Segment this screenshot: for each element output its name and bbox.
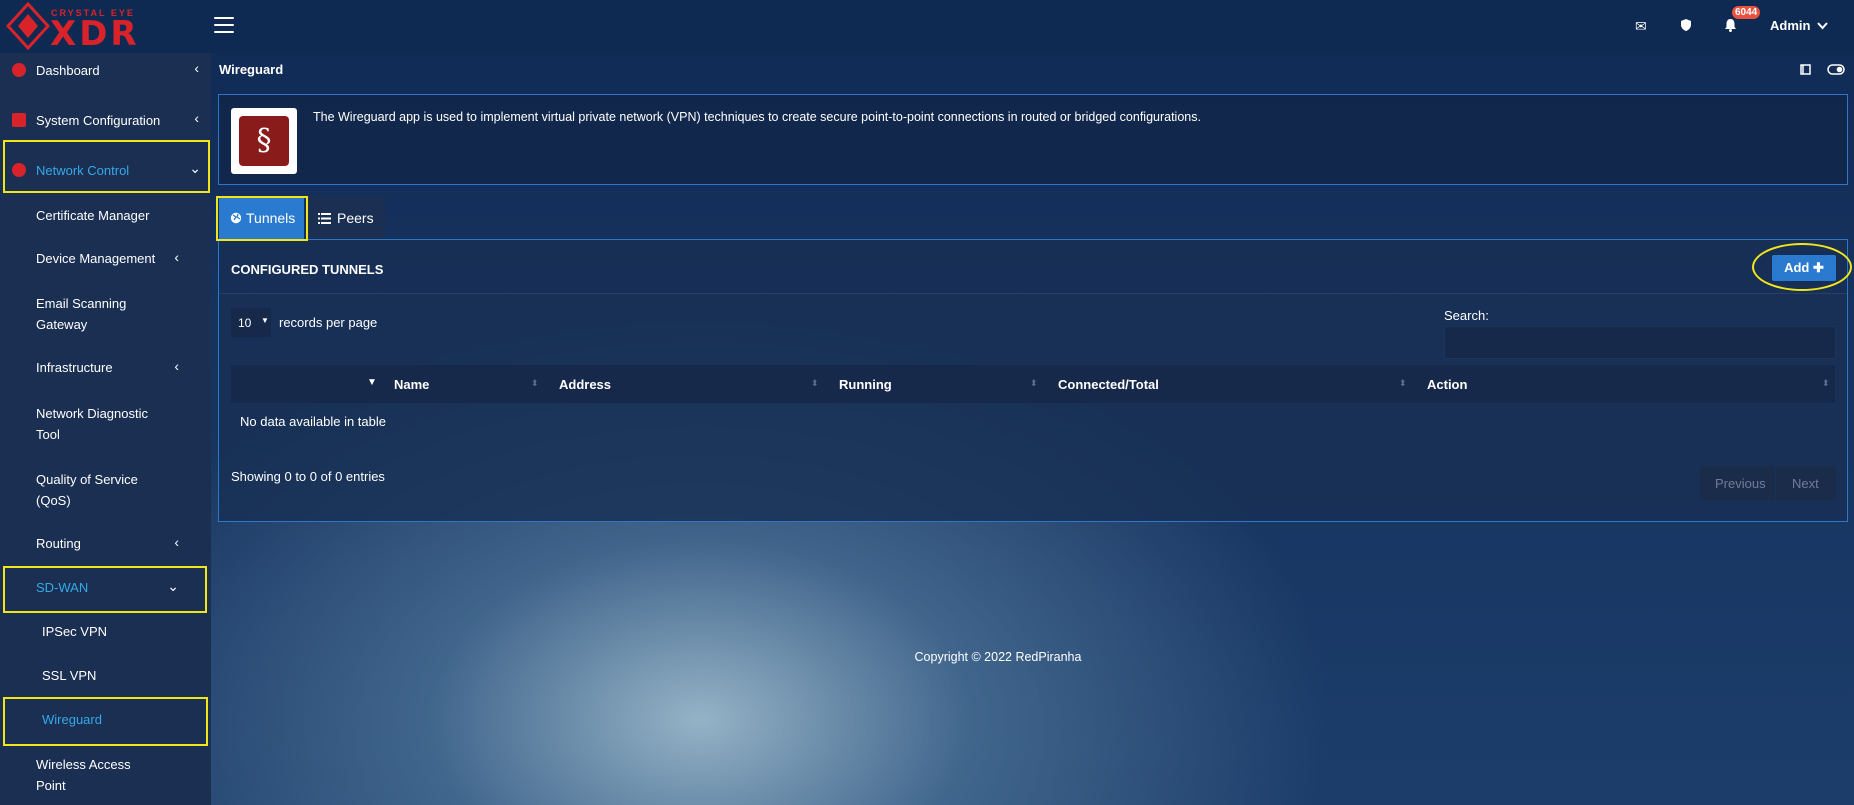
sidebar-item-label: Network Diagnostic Tool	[36, 406, 148, 442]
sidebar-item-label: Infrastructure	[36, 360, 113, 375]
previous-label: Previous	[1715, 476, 1766, 491]
globe-icon	[230, 212, 242, 224]
gauge-icon	[12, 63, 26, 77]
sidebar-item-label: Device Management	[36, 251, 156, 266]
sidebar: Dashboard ‹ System Configuration ‹ Netwo…	[0, 53, 211, 805]
chevron-left-icon: ‹	[174, 358, 179, 374]
sidebar-item-label: Wireless Access Point	[36, 757, 131, 793]
page-length-value: 10	[238, 316, 252, 330]
footer-copyright: Copyright © 2022 RedPiranha	[0, 650, 1854, 664]
shield-icon[interactable]	[1680, 18, 1692, 32]
envelope-icon[interactable]: ✉	[1635, 18, 1647, 35]
sidebar-item-sd-wan[interactable]: SD-WAN ⌄	[0, 578, 211, 598]
tab-peers[interactable]: Peers	[307, 196, 385, 240]
tab-label: Peers	[337, 210, 374, 226]
next-label: Next	[1792, 476, 1819, 491]
chevron-down-icon: ⌄	[167, 578, 179, 594]
app-info-box: § The Wireguard app is used to implement…	[218, 94, 1848, 185]
network-icon	[12, 163, 26, 177]
sort-desc-icon[interactable]: ▼	[367, 377, 377, 388]
sort-icon: ⬍	[1030, 378, 1038, 388]
user-name: Admin	[1770, 18, 1811, 33]
brand-logo-mark-icon	[6, 2, 50, 50]
page-length-select[interactable]: 10 ▼	[231, 308, 271, 337]
search-label: Search:	[1444, 308, 1489, 323]
toggle-icon[interactable]	[1827, 64, 1845, 75]
sidebar-item-quality-of-service[interactable]: Quality of Service (QoS)	[0, 469, 211, 509]
chevron-down-icon	[1817, 22, 1828, 30]
column-connected-total[interactable]: Connected/Total	[1058, 377, 1159, 392]
table-empty-message: No data available in table	[240, 414, 386, 429]
sidebar-item-label: Dashboard	[36, 63, 100, 78]
column-address[interactable]: Address	[559, 377, 611, 392]
sidebar-item-wireless-access-point[interactable]: Wireless Access Point	[0, 754, 211, 794]
column-action[interactable]: Action	[1427, 377, 1467, 392]
list-icon	[318, 213, 331, 224]
chevron-left-icon: ‹	[194, 110, 199, 126]
bell-icon[interactable]	[1724, 18, 1737, 32]
home-icon	[12, 113, 26, 127]
sort-icon: ⬍	[811, 378, 819, 388]
sort-icon: ⬍	[1822, 378, 1830, 388]
sort-icon: ⬍	[531, 378, 539, 388]
page-length-label: records per page	[279, 315, 378, 330]
sidebar-toggle-icon[interactable]	[214, 17, 234, 35]
chevron-left-icon: ‹	[194, 60, 199, 76]
sidebar-item-network-diagnostic-tool[interactable]: Network Diagnostic Tool	[0, 403, 211, 443]
brand-line2: XDR	[50, 14, 140, 54]
search-input[interactable]	[1444, 326, 1836, 359]
sidebar-item-label: System Configuration	[36, 113, 161, 128]
caret-down-icon: ▼	[261, 316, 269, 325]
next-button[interactable]: Next	[1776, 466, 1836, 500]
sidebar-item-label: Wireguard	[42, 712, 102, 727]
previous-button[interactable]: Previous	[1700, 466, 1775, 500]
add-button[interactable]: Add ✚	[1772, 255, 1836, 281]
chevron-left-icon: ‹	[174, 534, 179, 550]
sidebar-item-ssl-vpn[interactable]: SSL VPN	[0, 666, 211, 686]
sidebar-item-label: Routing	[36, 536, 81, 551]
sidebar-item-label: SD-WAN	[36, 580, 89, 595]
sidebar-item-certificate-manager[interactable]: Certificate Manager	[0, 206, 211, 226]
add-button-label: Add	[1784, 260, 1810, 275]
panel-heading: CONFIGURED TUNNELS	[231, 262, 384, 277]
table-header: ▼ Name ⬍ Address ⬍ Running ⬍ Connected/T…	[231, 365, 1835, 403]
sidebar-item-dashboard[interactable]: Dashboard ‹	[0, 59, 211, 79]
chevron-left-icon: ‹	[174, 249, 179, 265]
top-navbar: CRYSTAL EYE XDR ✉ 6044 Admin	[0, 0, 1854, 53]
notification-badge: 6044	[1732, 6, 1761, 19]
sidebar-item-label: SSL VPN	[42, 668, 97, 683]
column-running[interactable]: Running	[839, 377, 892, 392]
sidebar-item-label: Quality of Service (QoS)	[36, 472, 138, 508]
tab-label: Tunnels	[246, 210, 296, 226]
sidebar-item-email-scanning-gateway[interactable]: Email Scanning Gateway	[0, 293, 211, 333]
sidebar-item-label: Certificate Manager	[36, 208, 150, 223]
sidebar-item-network-control[interactable]: Network Control ⌄	[0, 159, 211, 181]
wireguard-logo: §	[231, 108, 297, 174]
book-icon[interactable]	[1799, 64, 1812, 76]
sidebar-item-device-management[interactable]: Device Management ‹	[0, 249, 211, 269]
sidebar-item-infrastructure[interactable]: Infrastructure ‹	[0, 358, 211, 378]
sidebar-item-label: Network Control	[36, 163, 130, 178]
sidebar-item-wireguard[interactable]: Wireguard	[0, 710, 211, 730]
copyright-text: Copyright © 2022 RedPiranha	[914, 650, 1082, 664]
chevron-down-icon: ⌄	[189, 160, 201, 176]
divider	[219, 293, 1847, 294]
page-title: Wireguard	[219, 62, 284, 77]
sidebar-item-system-configuration[interactable]: System Configuration ‹	[0, 109, 211, 131]
tunnels-panel: CONFIGURED TUNNELS Add ✚ 10 ▼ records pe…	[218, 239, 1852, 522]
plus-icon: ✚	[1809, 260, 1824, 275]
tab-tunnels[interactable]: Tunnels	[219, 196, 304, 240]
sort-icon: ⬍	[1399, 378, 1407, 388]
sidebar-item-ipsec-vpn[interactable]: IPSec VPN	[0, 622, 211, 642]
table-info: Showing 0 to 0 of 0 entries	[231, 469, 385, 484]
dragon-icon: §	[239, 116, 289, 166]
sidebar-item-routing[interactable]: Routing ‹	[0, 534, 211, 554]
sidebar-item-label: Email Scanning Gateway	[36, 296, 127, 332]
column-name[interactable]: Name	[394, 377, 429, 392]
sidebar-item-label: IPSec VPN	[42, 624, 108, 639]
user-menu[interactable]: Admin	[1770, 18, 1828, 33]
brand-logo[interactable]: CRYSTAL EYE XDR	[6, 2, 180, 54]
app-description: The Wireguard app is used to implement v…	[313, 110, 1201, 124]
